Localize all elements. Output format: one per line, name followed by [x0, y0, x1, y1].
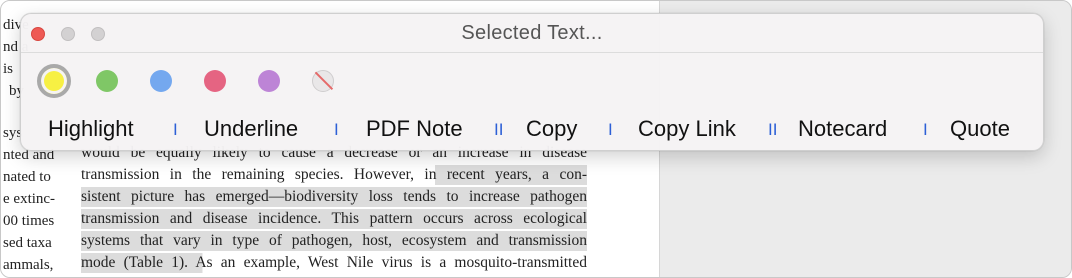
color-swatch-yellow[interactable]: [37, 64, 71, 98]
separator: I: [608, 120, 613, 139]
text-line: 00 times: [3, 213, 55, 229]
popup-titlebar[interactable]: Selected Text...: [21, 14, 1043, 53]
text-line: transmission in the remaining species. H…: [81, 165, 587, 185]
separator: I: [334, 120, 339, 139]
text-line: sistent picture has emerged—biodiversity…: [81, 187, 587, 207]
text-line: nated to: [3, 169, 51, 185]
copy-button[interactable]: Copy: [526, 116, 577, 142]
text-line: sed taxa: [3, 235, 52, 251]
selected-text-popup: Selected Text... Highlight I Underline I…: [20, 13, 1044, 151]
color-swatch-blue[interactable]: [150, 70, 172, 92]
color-swatch-green[interactable]: [96, 70, 118, 92]
separator: II: [494, 120, 504, 139]
highlight-button[interactable]: Highlight: [48, 116, 134, 142]
no-color-icon[interactable]: [312, 70, 334, 92]
color-swatch-red[interactable]: [204, 70, 226, 92]
text-line: mode (Table 1). As an example, West Nile…: [81, 253, 587, 273]
text-line: ammals,: [3, 257, 54, 273]
separator: I: [923, 120, 928, 139]
copy-link-button[interactable]: Copy Link: [638, 116, 736, 142]
color-swatch-purple[interactable]: [258, 70, 280, 92]
text-line: transmission and disease incidence. This…: [81, 209, 587, 229]
quote-button[interactable]: Quote: [950, 116, 1010, 142]
popup-title: Selected Text...: [461, 22, 603, 44]
text-line: e extinc-: [3, 191, 56, 207]
underline-button[interactable]: Underline: [204, 116, 298, 142]
separator: II: [768, 120, 778, 139]
pdf-note-button[interactable]: PDF Note: [366, 116, 463, 142]
text-line: systems that vary in type of pathogen, h…: [81, 231, 587, 251]
notecard-button[interactable]: Notecard: [798, 116, 887, 142]
separator: I: [173, 120, 178, 139]
text-line: is: [3, 61, 14, 77]
